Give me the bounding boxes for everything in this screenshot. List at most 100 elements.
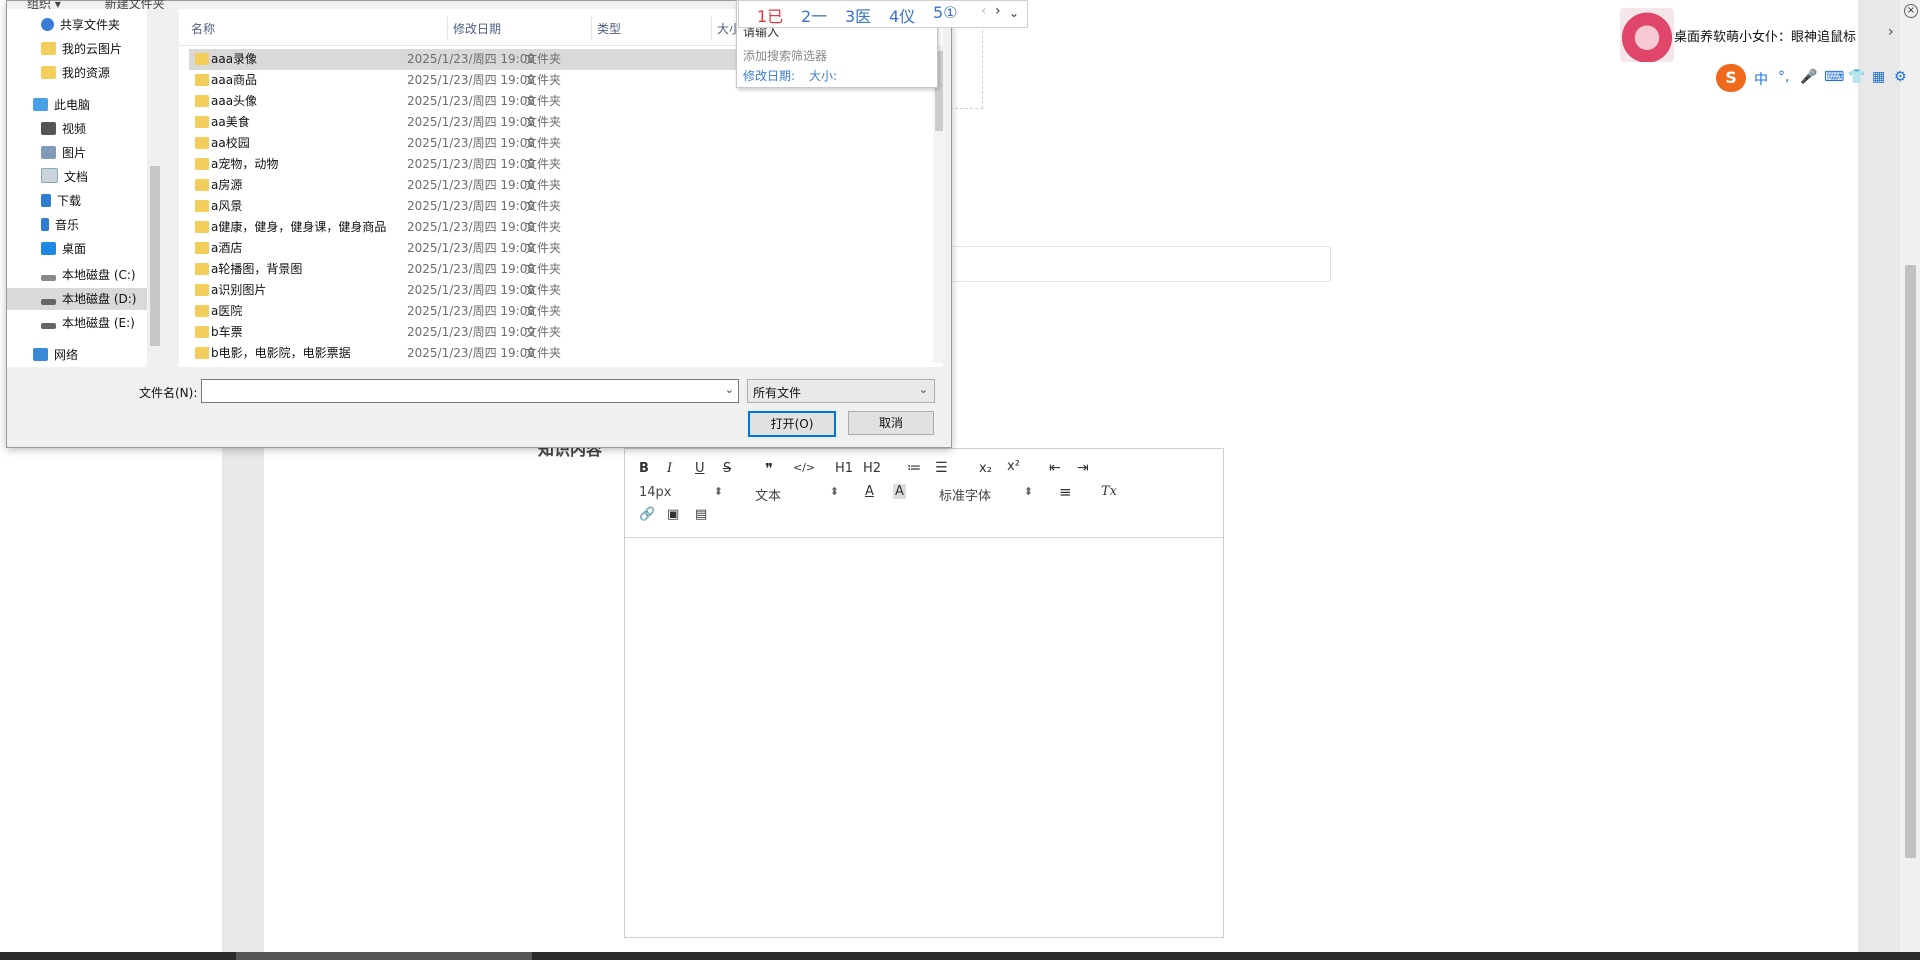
nav-item-this-pc[interactable]: 此电脑	[33, 95, 90, 115]
font-color-icon[interactable]: A	[865, 484, 874, 499]
nav-item-pictures[interactable]: 图片	[41, 143, 86, 163]
ime-mode-button[interactable]: 中	[1754, 69, 1768, 89]
column-type[interactable]: 类型	[597, 20, 621, 37]
mascot-avatar[interactable]	[1620, 8, 1674, 62]
file-row[interactable]: aaa头像 2025/1/23/周四 19:08 文件夹	[189, 91, 933, 112]
folder-icon	[195, 53, 209, 65]
font-family-select[interactable]: 标准字体 ⬍	[939, 485, 1033, 504]
filetype-select[interactable]: 所有文件 ⌄	[747, 379, 935, 403]
h1-button[interactable]: H1	[835, 461, 853, 476]
superscript-button[interactable]: x²	[1007, 459, 1020, 474]
nav-item-drive-e[interactable]: 本地磁盘 (E:)	[41, 313, 135, 333]
size-filter-link[interactable]: 大小:	[809, 67, 837, 84]
video-icon	[41, 122, 56, 135]
taskbar-active-item[interactable]	[236, 952, 532, 960]
video-icon[interactable]: ▤	[695, 507, 707, 522]
column-separator[interactable]	[447, 17, 448, 39]
file-row[interactable]: b车票 2025/1/23/周四 19:09 文件夹	[189, 322, 933, 343]
font-size-select[interactable]: 14px ⬍	[639, 485, 723, 501]
outdent-button[interactable]: ⇤	[1049, 460, 1061, 476]
rich-text-editor[interactable]: B I U S ❞ </> H1 H2 ≔ ☰ x₂ x² ⇤ ⇥ 14px ⬍ …	[624, 448, 1224, 938]
ordered-list-button[interactable]: ≔	[907, 460, 921, 476]
align-button[interactable]: ≡	[1059, 483, 1072, 501]
link-icon[interactable]: 🔗	[639, 507, 655, 522]
image-icon[interactable]: ▣	[667, 507, 679, 522]
file-row[interactable]: a识别图片 2025/1/23/周四 19:08 文件夹	[189, 280, 933, 301]
ime-candidate[interactable]: 3医	[845, 3, 871, 27]
close-icon[interactable]: ×	[1904, 4, 1918, 18]
punctuation-button[interactable]: °,	[1778, 69, 1789, 85]
code-button[interactable]: </>	[793, 461, 815, 474]
file-row[interactable]: a房源 2025/1/23/周四 19:08 文件夹	[189, 175, 933, 196]
skin-icon[interactable]: 👕	[1848, 69, 1865, 85]
ime-candidate[interactable]: 4仪	[889, 3, 915, 27]
chevron-right-icon[interactable]: ›	[1888, 24, 1894, 40]
ime-candidate-bar: 1已 2一 3医 4仪 5① ‹ › ⌄	[738, 0, 1028, 28]
nav-item-videos[interactable]: 视频	[41, 119, 86, 139]
nav-item-my-resources[interactable]: 我的资源	[41, 63, 110, 83]
form-input[interactable]	[950, 246, 1331, 282]
h2-button[interactable]: H2	[863, 461, 881, 476]
file-row[interactable]: aa美食 2025/1/23/周四 19:08 文件夹	[189, 112, 933, 133]
nav-item-network[interactable]: 网络	[33, 345, 78, 365]
nav-item-music[interactable]: 音乐	[41, 215, 79, 235]
nav-item-documents[interactable]: 文档	[41, 167, 88, 187]
page-scrollbar-thumb[interactable]	[1905, 265, 1916, 858]
folder-icon	[41, 66, 56, 79]
clear-format-button[interactable]: Tx	[1101, 484, 1117, 499]
mascot-promo-text[interactable]: 桌面养软萌小女仆：眼神追鼠标	[1674, 26, 1856, 45]
block-type-select[interactable]: 文本 ⬍	[755, 485, 839, 504]
chevron-right-icon[interactable]: ›	[995, 3, 1001, 19]
keyboard-icon[interactable]: ⌨	[1824, 69, 1844, 85]
column-separator[interactable]	[591, 17, 592, 39]
nav-item-desktop[interactable]: 桌面	[41, 239, 86, 259]
nav-item-downloads[interactable]: 下载	[41, 191, 81, 211]
chevron-left-icon[interactable]: ‹	[981, 3, 987, 19]
drive-icon	[41, 299, 56, 305]
add-search-filter-link[interactable]: 添加搜索筛选器	[743, 47, 827, 64]
file-row[interactable]: a宠物，动物 2025/1/23/周四 19:08 文件夹	[189, 154, 933, 175]
indent-button[interactable]: ⇥	[1077, 460, 1089, 476]
underline-button[interactable]: U	[695, 461, 705, 476]
cancel-button[interactable]: 取消	[848, 411, 934, 435]
file-row[interactable]: a健康，健身，健身课，健身商品 2025/1/23/周四 19:08 文件夹	[189, 217, 933, 238]
background-color-icon[interactable]: A	[893, 484, 906, 499]
strikethrough-button[interactable]: S	[723, 461, 731, 476]
column-date[interactable]: 修改日期	[453, 20, 501, 37]
file-row[interactable]: a风景 2025/1/23/周四 19:08 文件夹	[189, 196, 933, 217]
nav-item-shared[interactable]: 共享文件夹	[41, 15, 120, 35]
filename-input[interactable]: ⌄	[201, 379, 739, 403]
column-name[interactable]: 名称	[191, 20, 215, 37]
file-row[interactable]: b电影，电影院，电影票据 2025/1/23/周四 19:08 文件夹	[189, 343, 933, 364]
date-filter-link[interactable]: 修改日期:	[743, 67, 795, 84]
italic-button[interactable]: I	[667, 461, 672, 476]
chevron-down-icon[interactable]: ⌄	[1009, 6, 1019, 20]
ime-candidate[interactable]: 5①	[933, 3, 958, 22]
blockquote-button[interactable]: ❞	[765, 460, 773, 478]
sogou-logo-icon[interactable]: S	[1716, 64, 1746, 92]
file-row[interactable]: a医院 2025/1/23/周四 19:08 文件夹	[189, 301, 933, 322]
nav-item-drive-c[interactable]: 本地磁盘 (C:)	[41, 265, 136, 285]
settings-icon[interactable]: ⚙	[1894, 69, 1907, 85]
toolbox-icon[interactable]: ▦	[1872, 69, 1885, 85]
folder-icon	[195, 116, 209, 128]
open-button[interactable]: 打开(O)	[748, 411, 836, 437]
column-separator[interactable]	[711, 17, 712, 39]
microphone-icon[interactable]: 🎤	[1800, 69, 1817, 85]
editor-toolbar: B I U S ❞ </> H1 H2 ≔ ☰ x₂ x² ⇤ ⇥ 14px ⬍ …	[625, 449, 1223, 538]
filename-label: 文件名(N):	[139, 386, 198, 400]
file-row[interactable]: a酒店 2025/1/23/周四 19:08 文件夹	[189, 238, 933, 259]
ime-candidate[interactable]: 2一	[801, 3, 827, 27]
pictures-icon	[41, 146, 56, 159]
bold-button[interactable]: B	[639, 461, 649, 476]
ime-candidate[interactable]: 1已	[757, 3, 783, 27]
font-family-value: 标准字体	[939, 489, 992, 504]
file-row[interactable]: aa校园 2025/1/23/周四 19:08 文件夹	[189, 133, 933, 154]
nav-item-drive-d[interactable]: 本地磁盘 (D:)	[41, 289, 136, 309]
nav-item-cloud-pictures[interactable]: 我的云图片	[41, 39, 122, 59]
bullet-list-button[interactable]: ☰	[935, 460, 948, 476]
file-row[interactable]: a轮播图，背景图 2025/1/23/周四 19:08 文件夹	[189, 259, 933, 280]
subscript-button[interactable]: x₂	[979, 461, 992, 476]
nav-scrollbar-thumb[interactable]	[150, 166, 160, 346]
chevron-down-icon[interactable]: ⌄	[725, 383, 734, 396]
